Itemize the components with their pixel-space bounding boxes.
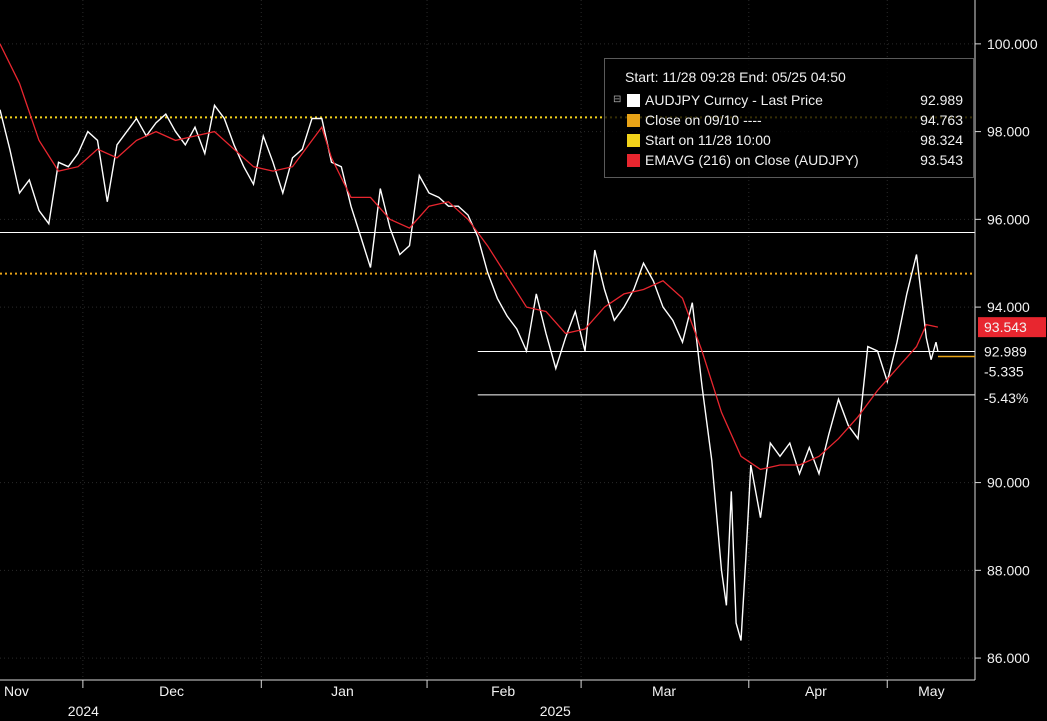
y-tick-label: 96.000 [987, 211, 1030, 227]
legend-header: Start: 11/28 09:28 End: 05/25 04:50 [625, 69, 846, 85]
y-tick-label: 86.000 [987, 650, 1030, 666]
legend-label-price: AUDJPY Curncy - Last Price [645, 92, 823, 108]
legend-value-start: 98.324 [920, 132, 963, 148]
x-year-label: 2025 [540, 703, 571, 719]
ema-value-tag-text: 93.543 [984, 319, 1027, 335]
legend-swatch-close [627, 114, 640, 127]
legend-row-close: Close on 09/10 ---- 94.763 [613, 111, 969, 131]
legend-value-price: 92.989 [920, 92, 963, 108]
x-tick-label: Dec [159, 683, 184, 699]
legend-row-price: ⊟ AUDJPY Curncy - Last Price 92.989 [613, 91, 969, 111]
legend-label-ema: EMAVG (216) on Close (AUDJPY) [645, 152, 859, 168]
x-tick-label: Mar [652, 683, 676, 699]
legend-value-ema: 93.543 [920, 152, 963, 168]
change-pct-label: -5.43% [984, 390, 1028, 406]
legend-row-ema: EMAVG (216) on Close (AUDJPY) 93.543 [613, 151, 969, 171]
legend-swatch-ema [627, 154, 640, 167]
change-label: -5.335 [984, 363, 1024, 379]
legend-row-start: Start on 11/28 10:00 98.324 [613, 131, 969, 151]
x-tick-label: Feb [491, 683, 515, 699]
legend-swatch-start [627, 134, 640, 147]
x-year-label: 2024 [68, 703, 99, 719]
last-price-label: 92.989 [984, 343, 1027, 359]
legend-label-close: Close on 09/10 ---- [645, 112, 762, 128]
chart-legend: Start: 11/28 09:28 End: 05/25 04:50 ⊟ AU… [604, 58, 974, 178]
x-tick-label: May [918, 683, 944, 699]
x-tick-label: Jan [331, 683, 354, 699]
legend-swatch-price [627, 94, 640, 107]
legend-value-close: 94.763 [920, 112, 963, 128]
right-value-tags: 93.543 92.989 -5.335 -5.43% [937, 317, 1046, 406]
x-axis: Nov Dec Jan Feb Mar Apr May 2024 2025 [4, 680, 945, 719]
y-tick-label: 98.000 [987, 124, 1030, 140]
price-series-line [0, 103, 939, 641]
y-tick-label: 100.000 [987, 36, 1038, 52]
x-tick-label: Apr [805, 683, 827, 699]
legend-label-start: Start on 11/28 10:00 [645, 132, 771, 148]
x-tick-label: Nov [4, 683, 29, 699]
y-tick-label: 94.000 [987, 299, 1030, 315]
collapse-icon[interactable]: ⊟ [613, 94, 621, 105]
y-tick-label: 90.000 [987, 475, 1030, 491]
y-tick-label: 88.000 [987, 562, 1030, 578]
